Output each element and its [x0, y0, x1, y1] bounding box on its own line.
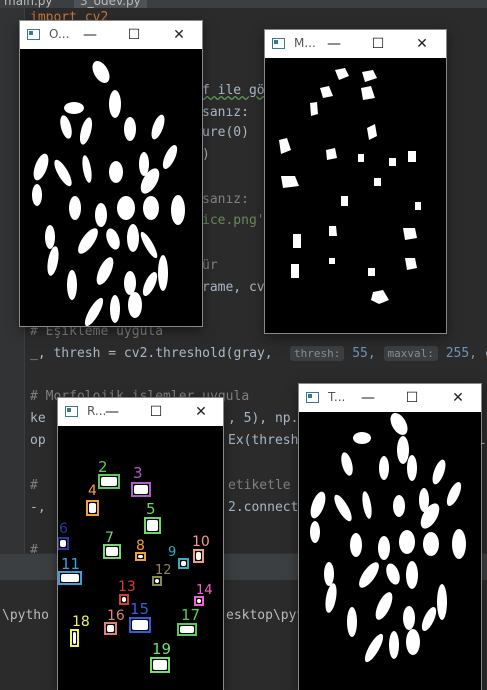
rice-grain	[122, 597, 126, 602]
terminal-path: \pytho	[2, 608, 49, 623]
window-app-icon	[272, 38, 285, 49]
close-button[interactable]: ✕	[170, 26, 188, 44]
code-hints: thresh: 55, maxval: 255, cv2	[290, 346, 487, 361]
rice-grain	[73, 632, 76, 644]
component-label: 3	[133, 464, 143, 482]
tab-3-odev[interactable]: 3_odev.py	[74, 0, 147, 8]
window-app-icon	[306, 392, 319, 403]
code-line: ür	[202, 258, 218, 273]
code-line: Ex(thresh,	[228, 433, 307, 448]
component-label: 18	[72, 614, 90, 630]
rice-grain	[180, 626, 194, 633]
close-button[interactable]: ✕	[413, 35, 431, 53]
rice-grain	[147, 520, 158, 531]
window-app-icon	[65, 406, 78, 417]
window-titlebar[interactable]: T... — ☐ ✕	[299, 384, 481, 412]
component-label: 4	[88, 483, 97, 499]
rice-image	[32, 61, 185, 326]
component-label: 15	[130, 600, 149, 618]
code-line: )	[202, 147, 210, 162]
code-number: 255,	[445, 346, 477, 361]
component-label: 6	[59, 521, 68, 537]
maximize-button[interactable]: ☐	[147, 403, 165, 421]
image-canvas	[20, 49, 202, 326]
code-line: , 5), np.	[228, 411, 299, 426]
editor-tab-bar: main.py 3_odev.py	[0, 0, 487, 8]
code-line: -,	[30, 500, 46, 515]
rice-grain	[196, 552, 201, 560]
component-label: 2	[98, 458, 108, 476]
param-hint: maxval:	[383, 346, 438, 361]
window-title: M...	[294, 36, 316, 50]
component-label: 11	[61, 555, 80, 573]
code-comment: #	[30, 478, 38, 493]
mask-image	[279, 68, 421, 304]
code-line: ke	[30, 411, 46, 426]
code-comment: # Eşikleme uygula	[30, 324, 164, 339]
original-image-window[interactable]: O... — ☐ ✕	[20, 21, 202, 326]
code-line: op	[30, 433, 46, 448]
component-label: 19	[152, 640, 171, 658]
component-label: 9	[168, 545, 176, 560]
rice-grain	[197, 599, 201, 603]
maximize-button[interactable]: ☐	[369, 35, 387, 53]
mask-image-window[interactable]: M... — ☐ ✕	[265, 30, 446, 333]
rice-grain	[155, 579, 159, 583]
param-hint: thresh:	[290, 346, 345, 361]
window-title: O...	[49, 27, 70, 41]
code-line: f ile gör	[202, 83, 273, 98]
component-label: 12	[155, 563, 172, 578]
rice-grain	[132, 620, 148, 630]
component-label: 8	[136, 538, 145, 554]
component-label: 17	[181, 606, 200, 624]
minimize-button[interactable]: —	[81, 26, 99, 44]
rice-grain	[153, 660, 167, 670]
rice-grain	[106, 547, 118, 556]
rice-grain	[61, 574, 79, 582]
component-label: 10	[192, 534, 210, 550]
component-label: 16	[107, 608, 125, 624]
maximize-button[interactable]: ☐	[403, 389, 421, 407]
code-line: 2.connecte	[228, 500, 307, 515]
image-canvas	[299, 412, 481, 690]
threshold-image-window[interactable]: T... — ☐ ✕	[299, 384, 481, 690]
image-canvas: 2 3 4 5 6 7 8 9 10 11 12 13 14 15 16 17 18 19	[58, 426, 223, 690]
labeled-result-window[interactable]: R... — ☐ ✕ 2 3 4 5 6 7 8 9 10 11 12 13 14 15 16 17 18 19	[58, 398, 223, 690]
component-label: 13	[118, 579, 136, 595]
labeled-components-image: 2 3 4 5 6 7 8 9 10 11 12 13 14 15 16 17 18 19	[58, 458, 213, 673]
minimize-button[interactable]: —	[325, 35, 343, 53]
window-titlebar[interactable]: R... — ☐ ✕	[58, 398, 223, 426]
code-comment: etiketle	[228, 478, 291, 493]
rice-grain	[89, 503, 96, 513]
minimize-button[interactable]: —	[103, 403, 121, 421]
rice-grain	[101, 477, 117, 486]
maximize-button[interactable]: ☐	[125, 26, 143, 44]
tab-main[interactable]: main.py	[4, 0, 53, 8]
threshold-image	[310, 413, 466, 663]
minimize-button[interactable]: —	[359, 389, 377, 407]
code-line: sanız:	[202, 105, 249, 120]
code-line: _, thresh = cv2.threshold(gray,	[30, 346, 273, 361]
code-line: sanız:	[202, 192, 249, 207]
rice-grain	[107, 625, 114, 632]
window-titlebar[interactable]: O... — ☐ ✕	[20, 21, 202, 49]
rice-grain	[134, 485, 148, 494]
code-line: ice.png')	[202, 213, 273, 228]
code-number: 55,	[352, 346, 376, 361]
close-button[interactable]: ✕	[192, 403, 210, 421]
image-canvas	[265, 58, 446, 333]
rice-grain	[60, 540, 66, 547]
window-titlebar[interactable]: M... — ☐ ✕	[265, 30, 446, 58]
window-app-icon	[27, 29, 40, 40]
close-button[interactable]: ✕	[449, 389, 467, 407]
rice-grain	[138, 555, 143, 558]
code-line: ure(0)	[202, 125, 249, 140]
component-label: 7	[105, 530, 114, 546]
terminal-path-fragment: esktop\pyt	[226, 608, 305, 623]
window-title: T...	[328, 390, 346, 404]
rice-grain	[181, 561, 186, 566]
component-label: 14	[196, 583, 213, 598]
component-label: 5	[146, 500, 156, 518]
code-line: rame, cv2	[202, 280, 273, 295]
